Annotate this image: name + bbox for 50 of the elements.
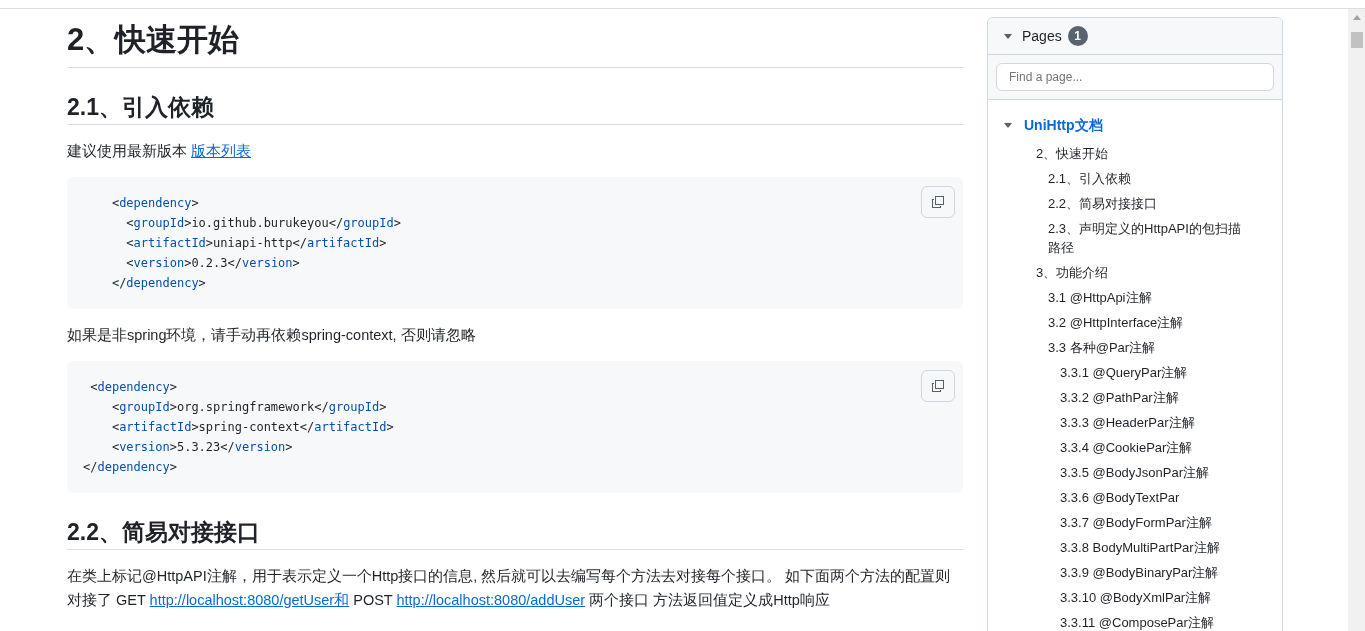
heading: 2.2、简易对接接口	[67, 517, 963, 550]
page-link[interactable]: 3.3.3 @HeaderPar注解	[1060, 413, 1195, 432]
page-link[interactable]: 2.1、引入依赖	[1048, 169, 1132, 188]
page-link[interactable]: 3.1 @HttpApi注解	[1048, 288, 1152, 307]
heading: 2、快速开始	[67, 9, 963, 68]
page-link[interactable]: 3.3.10 @BodyXmlPar注解	[1060, 588, 1212, 607]
code-line: <artifactId>spring-context</artifactId>	[110, 419, 394, 436]
page-link[interactable]: 3.3.7 @BodyFormPar注解	[1060, 513, 1212, 532]
copy-icon	[930, 194, 946, 210]
page-link[interactable]: 3.3.1 @QueryPar注解	[1060, 363, 1188, 382]
page-link[interactable]: 3.3.8 BodyMultiPartPar注解	[1060, 538, 1220, 557]
page-link[interactable]: 3、功能介绍	[1036, 263, 1109, 282]
paragraph: 如果是非spring环境，请手动再依赖spring-context, 否则请忽略	[67, 326, 477, 345]
page-link[interactable]: 2.2、简易对接接口	[1048, 194, 1158, 213]
page-link[interactable]: 3.2 @HttpInterface注解	[1048, 313, 1184, 332]
copy-icon	[930, 378, 946, 394]
code-line: <groupId>org.springframework</groupId>	[110, 399, 388, 416]
page-count: 1	[1067, 26, 1088, 46]
pages-title[interactable]: Pages	[1022, 28, 1062, 44]
page-link[interactable]: 3.3.6 @BodyTextPar	[1060, 488, 1180, 507]
page-link[interactable]: 3.3.2 @PathPar注解	[1060, 388, 1179, 407]
page-link[interactable]: 2.3、声明定义的HttpAPI的包扫描路径	[1048, 219, 1252, 257]
code-line: <version>0.2.3</version>	[125, 255, 301, 272]
link[interactable]: http://localhost:8080/addUser	[396, 592, 586, 608]
page-link[interactable]: 3.3.5 @BodyJsonPar注解	[1060, 463, 1210, 482]
copy-button[interactable]	[921, 186, 955, 218]
code-line: <dependency>	[110, 195, 200, 212]
search-field[interactable]: Find a page...	[996, 63, 1274, 91]
code-line: </dependency>	[83, 459, 178, 476]
heading: 2.1、引入依赖	[67, 92, 963, 125]
caret-icon[interactable]	[1004, 123, 1012, 128]
copy-button[interactable]	[921, 370, 955, 402]
paragraph: 在类上标记@HttpAPI注解，用于表示定义一个Http接口的信息, 然后就可以去编写每个方法去对接每个接口。 如下面两个方法的配置则对接了 GET http://localhost:8080/getUser和 POST http://localhost:8080/addUser 两个接口 方法返回值定义成Http响应	[67, 567, 952, 610]
code-line: <version>5.3.23</version>	[110, 439, 294, 456]
code-line: <groupId>io.github.burukeyou</groupId>	[125, 215, 401, 232]
page-link[interactable]: 3.3.9 @BodyBinaryPar注解	[1060, 563, 1219, 582]
page-link[interactable]: 3.3.11 @ComposePar注解	[1060, 613, 1214, 631]
caret-icon[interactable]	[1004, 33, 1012, 39]
scrollbar-thumb[interactable]	[1350, 32, 1363, 48]
page-link[interactable]: 2、快速开始	[1036, 144, 1109, 163]
link[interactable]: 版本列表	[191, 143, 252, 159]
page-link[interactable]: UniHttp文档	[1024, 116, 1103, 135]
code-line: </dependency>	[110, 275, 207, 292]
page-link[interactable]: 3.3.4 @CookiePar注解	[1060, 438, 1193, 457]
scrollbar[interactable]	[1348, 9, 1365, 631]
link[interactable]: http://localhost:8080/getUser和	[149, 592, 350, 608]
code-line: <artifactId>uniapi-http</artifactId>	[125, 235, 388, 252]
page-link[interactable]: 3.3 各种@Par注解	[1048, 338, 1156, 357]
paragraph: 建议使用最新版本 版本列表	[67, 142, 253, 161]
code-line: <dependency>	[89, 379, 178, 396]
